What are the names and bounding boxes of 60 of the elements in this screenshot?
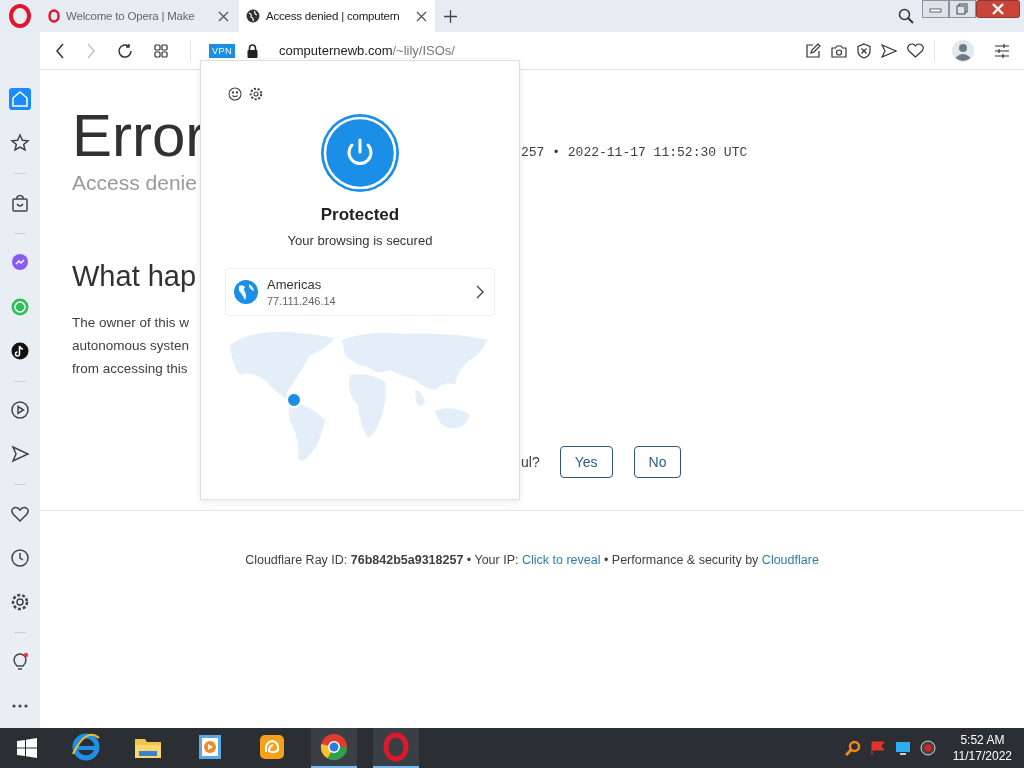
error-heading: Error — [72, 105, 200, 167]
taskbar-clock[interactable]: 5:52 AM 11/17/2022 — [952, 732, 1012, 764]
vpn-status: Protected — [320, 205, 400, 225]
url-field[interactable]: computernewb.com/~lily/ISOs/ — [279, 43, 455, 58]
opera-logo-icon — [48, 9, 60, 23]
heart-icon[interactable] — [907, 43, 924, 58]
location-dot-icon — [286, 392, 302, 408]
reveal-ip-link[interactable]: Click to reveal — [521, 553, 601, 567]
cloudflare-link[interactable]: Cloudflare — [761, 553, 819, 567]
search-tray-icon[interactable] — [844, 740, 861, 756]
new-tab-icon[interactable] — [444, 9, 457, 23]
home-icon[interactable] — [9, 88, 31, 110]
ray-info: 257 • 2022-11-17 11:52:30 UTC — [521, 145, 748, 161]
settings-sliders-icon[interactable] — [994, 43, 1010, 58]
vpn-message: Your browsing is secured — [287, 233, 433, 248]
search-icon[interactable] — [898, 8, 914, 24]
monitor-icon[interactable] — [894, 741, 911, 755]
clock-icon[interactable] — [9, 547, 31, 570]
paragraph-line: autonomous systen — [72, 337, 191, 355]
avatar-icon[interactable] — [952, 39, 974, 62]
camera-icon[interactable] — [831, 43, 847, 58]
flag-icon[interactable] — [869, 741, 886, 755]
windows-start-icon[interactable] — [17, 738, 37, 758]
footer-text: Cloudflare Ray ID: 76b842b5a9318257 • Your IP: Click to reveal • Performance & security by Cloudflare — [245, 553, 819, 567]
globe-icon — [246, 9, 260, 23]
location-selector[interactable]: Americas 77.111.246.14 — [225, 268, 495, 316]
lock-icon — [247, 43, 258, 58]
section-heading: What hap — [72, 259, 198, 293]
close-button[interactable] — [976, 0, 1020, 18]
ring-logo-icon[interactable] — [373, 728, 419, 768]
close-icon[interactable] — [218, 10, 229, 22]
clock-date: 11/17/2022 — [952, 748, 1012, 764]
tabs-grid-icon[interactable] — [154, 43, 168, 58]
settings-icon[interactable] — [249, 87, 263, 101]
yes-button[interactable]: Yes — [559, 446, 613, 478]
restore-button[interactable] — [949, 0, 976, 18]
close-icon[interactable] — [416, 10, 427, 22]
error-subheading: Access denie — [72, 171, 198, 195]
no-button[interactable]: No — [633, 446, 682, 478]
back-icon[interactable] — [55, 42, 65, 59]
play-icon[interactable] — [9, 399, 31, 422]
shield-icon[interactable] — [857, 42, 871, 59]
paragraph-line: from accessing this — [72, 360, 189, 378]
reload-icon[interactable] — [117, 42, 133, 59]
opera-logo-icon[interactable] — [9, 4, 31, 28]
speaker-icon[interactable] — [919, 740, 936, 756]
edit-icon[interactable] — [805, 42, 821, 59]
round-logo-icon[interactable] — [311, 728, 357, 768]
smiley-icon[interactable] — [228, 87, 242, 101]
globe-icon — [234, 280, 258, 304]
browser-tab[interactable]: Welcome to Opera | Make — [41, 0, 237, 32]
question-text: ul? — [521, 454, 540, 470]
clock-time: 5:52 AM — [960, 732, 1005, 748]
chevron-right-icon — [476, 285, 484, 299]
power-button[interactable] — [320, 113, 400, 193]
paragraph-line: The owner of this w — [72, 314, 191, 332]
ip-address: 77.111.246.14 — [267, 295, 337, 307]
location-name: Americas — [267, 277, 323, 292]
send-icon[interactable] — [881, 43, 897, 58]
browser-tab[interactable]: Access denied | computern — [239, 0, 435, 32]
